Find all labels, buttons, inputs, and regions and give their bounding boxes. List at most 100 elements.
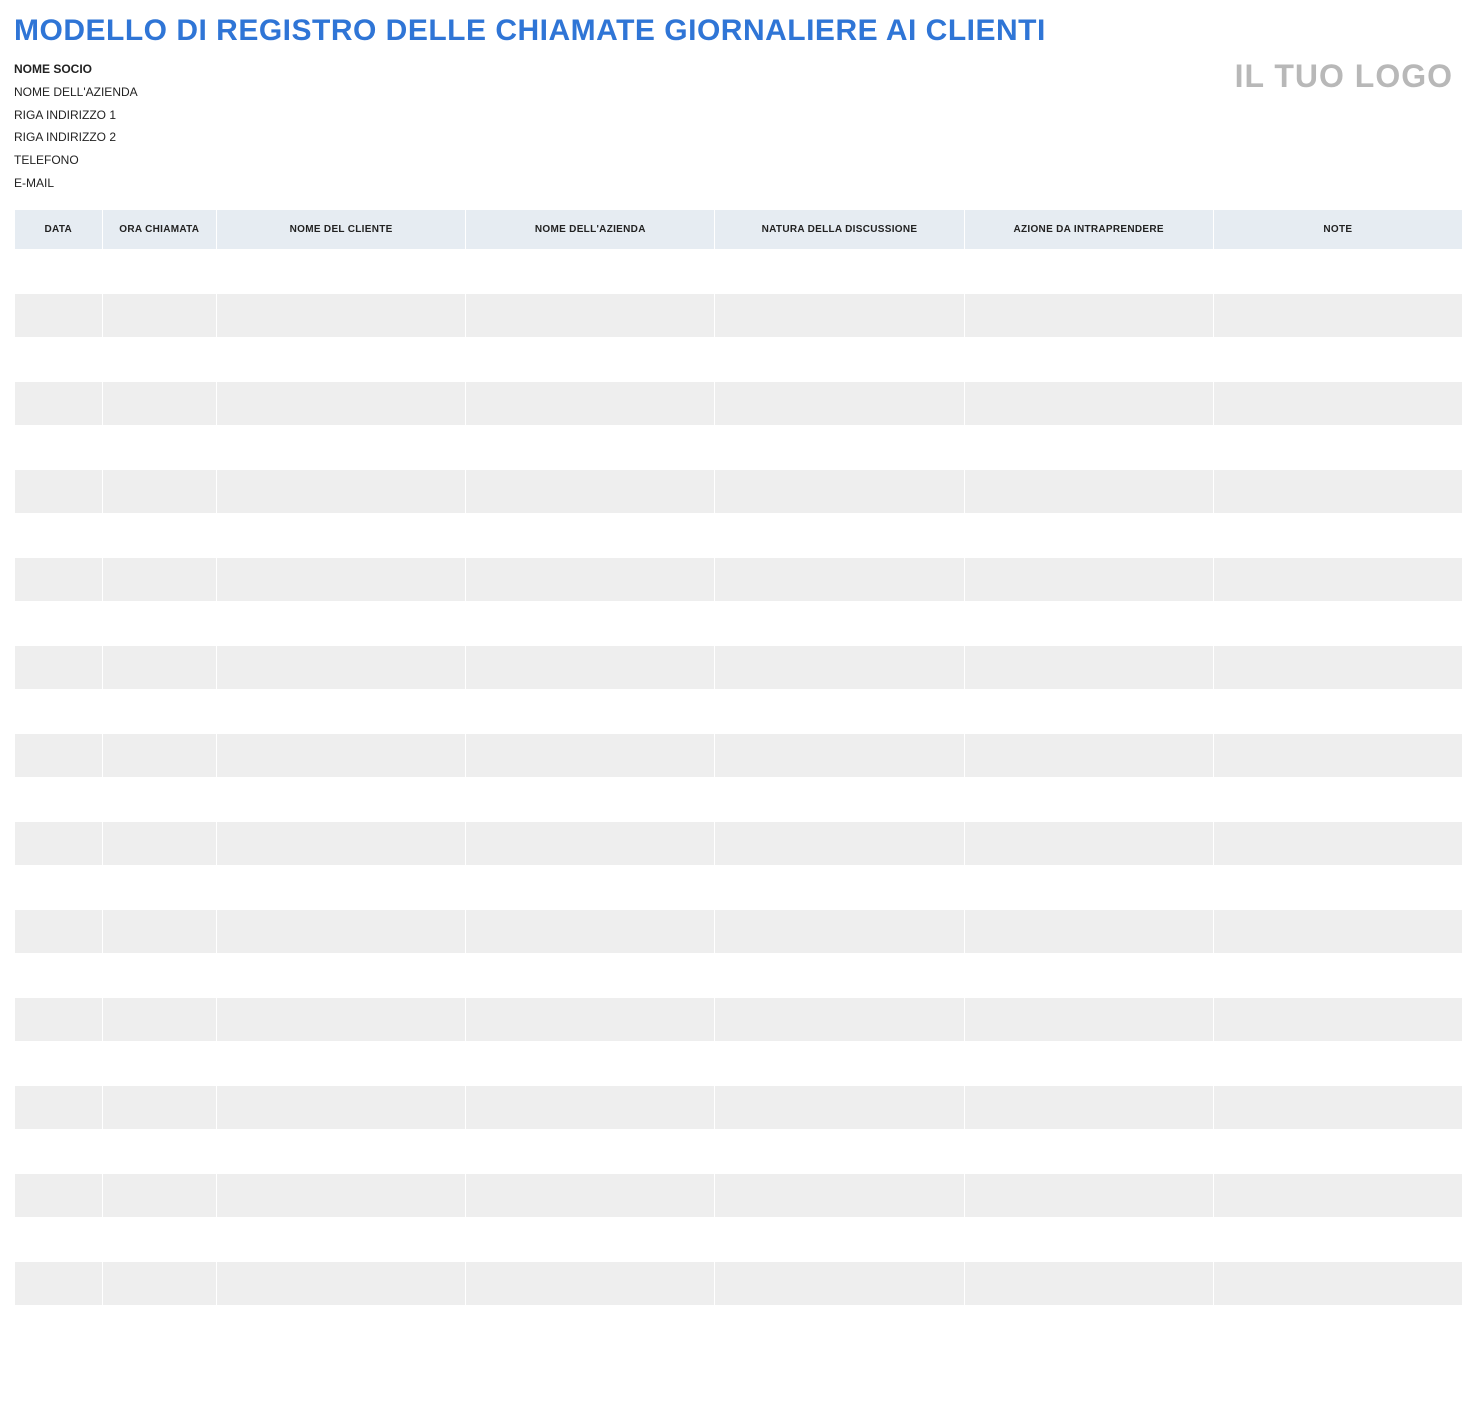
cell-data[interactable] xyxy=(15,469,103,513)
cell-note[interactable] xyxy=(1213,689,1462,733)
cell-ora[interactable] xyxy=(102,1261,216,1305)
cell-natura[interactable] xyxy=(715,1217,964,1261)
cell-note[interactable] xyxy=(1213,425,1462,469)
cell-azienda[interactable] xyxy=(466,909,715,953)
cell-data[interactable] xyxy=(15,513,103,557)
cell-natura[interactable] xyxy=(715,513,964,557)
cell-azione[interactable] xyxy=(964,997,1213,1041)
cell-azienda[interactable] xyxy=(466,1261,715,1305)
cell-data[interactable] xyxy=(15,1129,103,1173)
cell-ora[interactable] xyxy=(102,953,216,997)
cell-natura[interactable] xyxy=(715,601,964,645)
cell-ora[interactable] xyxy=(102,425,216,469)
cell-cliente[interactable] xyxy=(217,557,466,601)
cell-note[interactable] xyxy=(1213,1305,1462,1349)
cell-cliente[interactable] xyxy=(217,293,466,337)
cell-natura[interactable] xyxy=(715,1129,964,1173)
cell-data[interactable] xyxy=(15,1085,103,1129)
cell-note[interactable] xyxy=(1213,733,1462,777)
cell-azienda[interactable] xyxy=(466,293,715,337)
cell-azione[interactable] xyxy=(964,381,1213,425)
cell-cliente[interactable] xyxy=(217,249,466,293)
cell-natura[interactable] xyxy=(715,1261,964,1305)
cell-ora[interactable] xyxy=(102,1305,216,1349)
cell-azienda[interactable] xyxy=(466,953,715,997)
cell-natura[interactable] xyxy=(715,997,964,1041)
cell-data[interactable] xyxy=(15,865,103,909)
cell-cliente[interactable] xyxy=(217,909,466,953)
cell-note[interactable] xyxy=(1213,1217,1462,1261)
cell-azienda[interactable] xyxy=(466,1217,715,1261)
cell-azienda[interactable] xyxy=(466,249,715,293)
cell-natura[interactable] xyxy=(715,557,964,601)
cell-azienda[interactable] xyxy=(466,1173,715,1217)
cell-azienda[interactable] xyxy=(466,381,715,425)
cell-cliente[interactable] xyxy=(217,1129,466,1173)
cell-cliente[interactable] xyxy=(217,1261,466,1305)
cell-azione[interactable] xyxy=(964,1085,1213,1129)
cell-azione[interactable] xyxy=(964,645,1213,689)
cell-cliente[interactable] xyxy=(217,865,466,909)
cell-azienda[interactable] xyxy=(466,469,715,513)
cell-note[interactable] xyxy=(1213,1173,1462,1217)
cell-natura[interactable] xyxy=(715,337,964,381)
cell-ora[interactable] xyxy=(102,821,216,865)
cell-ora[interactable] xyxy=(102,469,216,513)
cell-cliente[interactable] xyxy=(217,1085,466,1129)
cell-ora[interactable] xyxy=(102,557,216,601)
cell-azienda[interactable] xyxy=(466,425,715,469)
cell-natura[interactable] xyxy=(715,645,964,689)
cell-azienda[interactable] xyxy=(466,513,715,557)
cell-note[interactable] xyxy=(1213,601,1462,645)
cell-azione[interactable] xyxy=(964,953,1213,997)
cell-data[interactable] xyxy=(15,1217,103,1261)
cell-ora[interactable] xyxy=(102,1041,216,1085)
cell-ora[interactable] xyxy=(102,293,216,337)
cell-ora[interactable] xyxy=(102,689,216,733)
cell-data[interactable] xyxy=(15,997,103,1041)
cell-azione[interactable] xyxy=(964,777,1213,821)
cell-data[interactable] xyxy=(15,953,103,997)
cell-azione[interactable] xyxy=(964,337,1213,381)
cell-ora[interactable] xyxy=(102,777,216,821)
cell-note[interactable] xyxy=(1213,557,1462,601)
cell-data[interactable] xyxy=(15,557,103,601)
cell-natura[interactable] xyxy=(715,1305,964,1349)
cell-data[interactable] xyxy=(15,689,103,733)
cell-cliente[interactable] xyxy=(217,953,466,997)
cell-azione[interactable] xyxy=(964,733,1213,777)
cell-data[interactable] xyxy=(15,909,103,953)
cell-azione[interactable] xyxy=(964,689,1213,733)
cell-note[interactable] xyxy=(1213,249,1462,293)
cell-data[interactable] xyxy=(15,821,103,865)
cell-cliente[interactable] xyxy=(217,1041,466,1085)
cell-ora[interactable] xyxy=(102,1129,216,1173)
cell-ora[interactable] xyxy=(102,381,216,425)
cell-cliente[interactable] xyxy=(217,381,466,425)
cell-data[interactable] xyxy=(15,293,103,337)
cell-cliente[interactable] xyxy=(217,733,466,777)
cell-cliente[interactable] xyxy=(217,1305,466,1349)
cell-note[interactable] xyxy=(1213,953,1462,997)
cell-data[interactable] xyxy=(15,733,103,777)
cell-note[interactable] xyxy=(1213,1261,1462,1305)
cell-note[interactable] xyxy=(1213,513,1462,557)
cell-cliente[interactable] xyxy=(217,1217,466,1261)
cell-natura[interactable] xyxy=(715,821,964,865)
cell-ora[interactable] xyxy=(102,865,216,909)
cell-natura[interactable] xyxy=(715,689,964,733)
cell-azienda[interactable] xyxy=(466,689,715,733)
cell-data[interactable] xyxy=(15,601,103,645)
cell-data[interactable] xyxy=(15,337,103,381)
cell-natura[interactable] xyxy=(715,777,964,821)
cell-data[interactable] xyxy=(15,249,103,293)
cell-azione[interactable] xyxy=(964,909,1213,953)
cell-note[interactable] xyxy=(1213,1041,1462,1085)
cell-natura[interactable] xyxy=(715,293,964,337)
cell-cliente[interactable] xyxy=(217,513,466,557)
cell-ora[interactable] xyxy=(102,645,216,689)
cell-ora[interactable] xyxy=(102,997,216,1041)
cell-azienda[interactable] xyxy=(466,821,715,865)
cell-azione[interactable] xyxy=(964,293,1213,337)
cell-cliente[interactable] xyxy=(217,821,466,865)
